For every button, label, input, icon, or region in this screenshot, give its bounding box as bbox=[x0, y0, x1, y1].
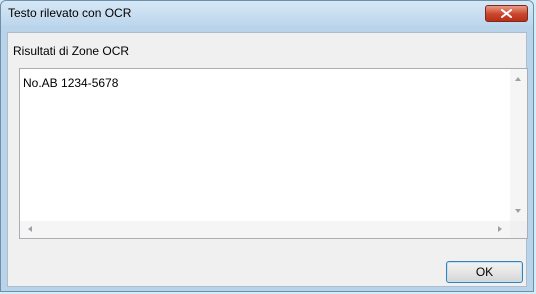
ok-button[interactable]: OK bbox=[446, 261, 523, 283]
scroll-up-icon[interactable] bbox=[515, 77, 521, 81]
title-bar[interactable]: Testo rilevato con OCR bbox=[1, 1, 533, 26]
window-title: Testo rilevato con OCR bbox=[8, 6, 132, 20]
close-button[interactable] bbox=[485, 5, 528, 22]
horizontal-scrollbar[interactable] bbox=[20, 221, 510, 238]
ocr-result-text[interactable]: No.AB 1234-5678 bbox=[23, 76, 118, 90]
scroll-down-icon[interactable] bbox=[515, 209, 521, 213]
ocr-result-textbox[interactable]: No.AB 1234-5678 bbox=[19, 68, 528, 239]
close-icon bbox=[501, 9, 512, 18]
scroll-right-icon[interactable] bbox=[498, 226, 502, 232]
section-label: Risultati di Zone OCR bbox=[13, 44, 130, 58]
scroll-left-icon[interactable] bbox=[28, 226, 32, 232]
scrollbar-corner bbox=[510, 221, 527, 238]
vertical-scrollbar[interactable] bbox=[510, 69, 527, 221]
